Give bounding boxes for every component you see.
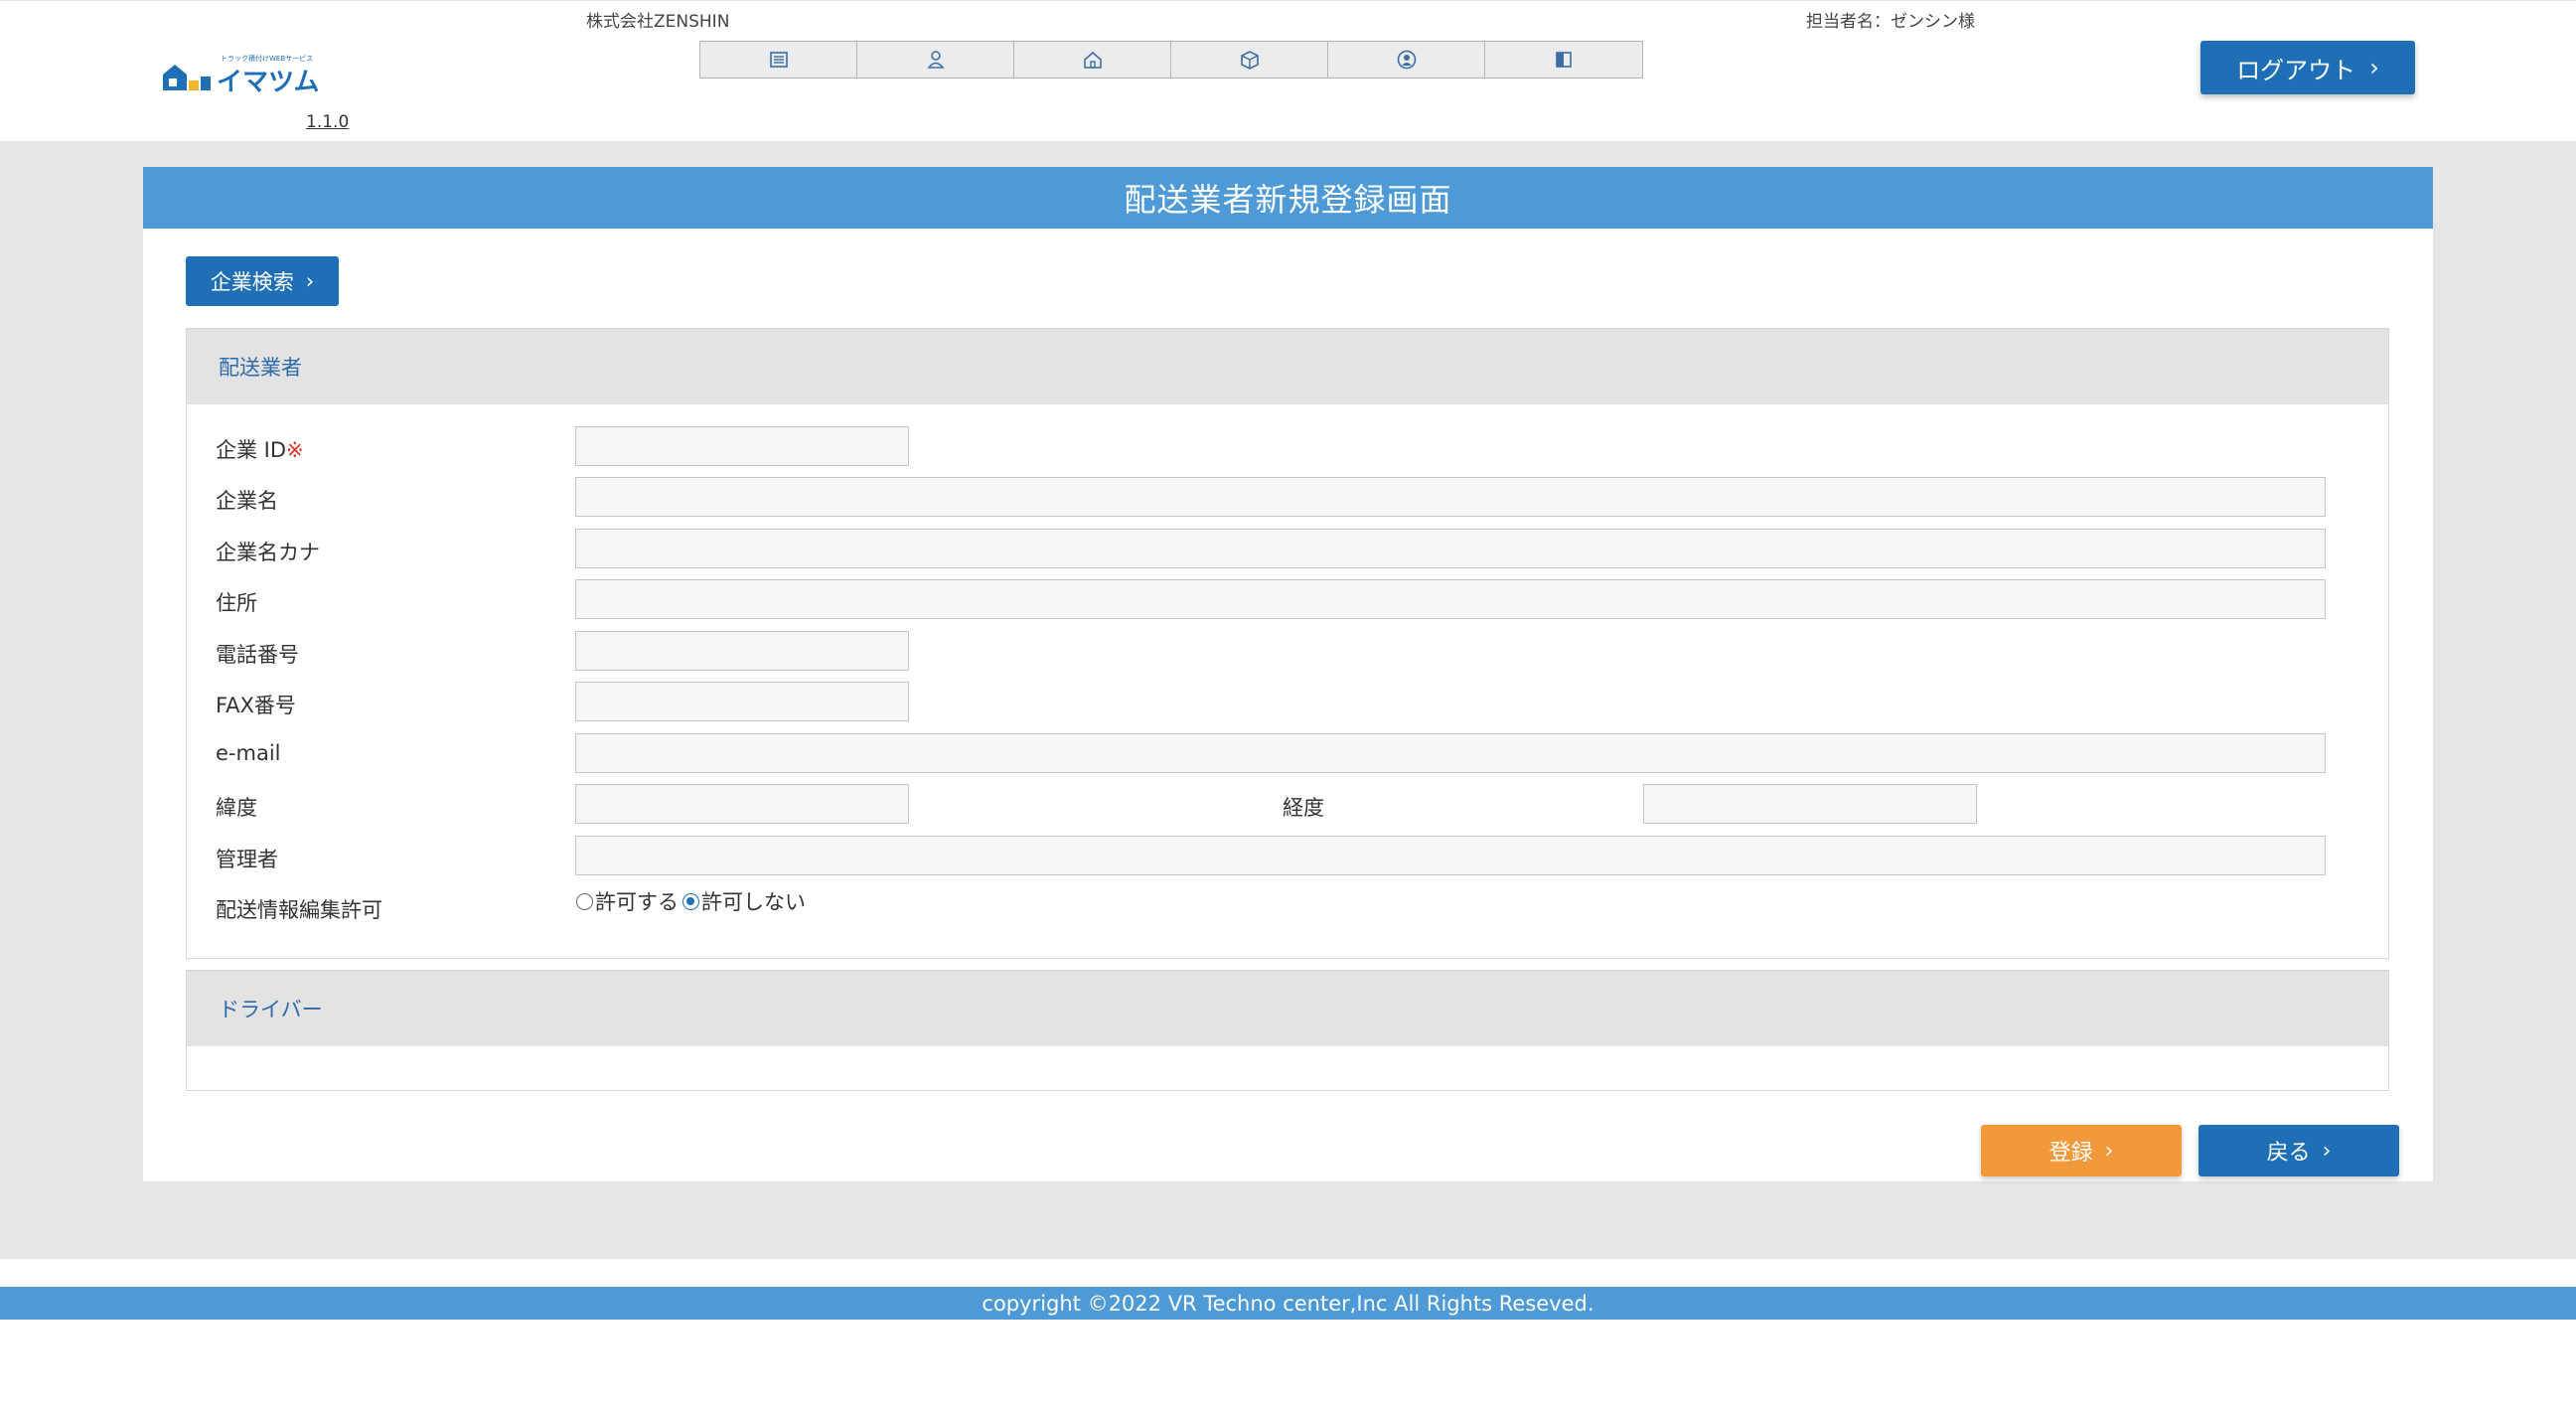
chevron-right-icon: ›: [2104, 1138, 2114, 1164]
edit-permission-radio-group: 許可する 許可しない: [576, 886, 806, 916]
company-search-label: 企業検索: [210, 270, 294, 294]
back-label: 戻る: [2266, 1141, 2311, 1166]
user-circle-icon: [1397, 50, 1416, 70]
chevron-right-icon: ›: [305, 269, 315, 293]
fax-label: FAX番号: [216, 694, 296, 717]
user-name: 担当者名：ゼンシン様: [1806, 12, 1975, 32]
permit-radio[interactable]: [576, 892, 593, 910]
address-input[interactable]: [575, 579, 2326, 619]
nav-home-button[interactable]: [1014, 42, 1171, 78]
address-label: 住所: [216, 591, 257, 615]
logo-graphic: イマツム トラック積付けWEBサービス: [163, 54, 319, 97]
manager-label: 管理者: [216, 848, 278, 871]
deny-radio-label[interactable]: 許可しない: [701, 886, 806, 916]
manager-input[interactable]: [575, 836, 2326, 875]
logout-button[interactable]: ログアウト ›: [2200, 41, 2415, 94]
fax-input[interactable]: [575, 682, 909, 721]
edit-permission-label: 配送情報編集許可: [216, 898, 382, 922]
deny-radio[interactable]: [682, 892, 699, 910]
svg-text:イマツム: イマツム: [217, 68, 318, 97]
book-icon: [1556, 52, 1572, 68]
permit-radio-label[interactable]: 許可する: [595, 886, 679, 916]
longitude-input[interactable]: [1643, 784, 1977, 824]
page-title: 配送業者新規登録画面: [143, 167, 2433, 229]
driver-panel: ドライバー: [186, 970, 2389, 1091]
person-icon: [926, 51, 945, 69]
nav-box-button[interactable]: [1171, 42, 1328, 78]
footer: copyright ©2022 VR Techno center,Inc All…: [0, 1287, 2576, 1320]
company-id-label-text: 企業 ID: [216, 438, 287, 462]
list-icon: [769, 52, 788, 68]
carrier-panel: 配送業者 企業 ID※ 企業名 企業名カナ 住所 電話番号 FAX番号 e-ma…: [186, 328, 2389, 959]
box-icon: [1240, 51, 1259, 70]
company-kana-label: 企業名カナ: [216, 541, 320, 564]
chevron-right-icon: ›: [2322, 1138, 2332, 1164]
home-icon: [1083, 51, 1102, 69]
company-name: 株式会社ZENSHIN: [586, 12, 730, 32]
nav-account-button[interactable]: [1328, 42, 1485, 78]
nav-bar: [699, 41, 1643, 78]
registration-card: 配送業者新規登録画面 企業検索 › 配送業者 企業 ID※ 企業名 企業名カナ …: [143, 167, 2433, 1181]
version-link[interactable]: 1.1.0: [306, 112, 349, 132]
back-button[interactable]: 戻る ›: [2198, 1125, 2399, 1176]
register-button[interactable]: 登録 ›: [1981, 1125, 2182, 1176]
latitude-input[interactable]: [575, 784, 909, 824]
copyright-text: copyright ©2022 VR Techno center,Inc All…: [982, 1291, 1594, 1316]
company-kana-input[interactable]: [575, 529, 2326, 568]
header: イマツム トラック積付けWEBサービス 1.1.0 株式会社ZENSHIN 担当…: [0, 0, 2576, 141]
phone-label: 電話番号: [216, 643, 299, 667]
svg-text:トラック積付けWEBサービス: トラック積付けWEBサービス: [221, 54, 313, 63]
logout-label: ログアウト: [2236, 56, 2356, 84]
nav-manual-button[interactable]: [1485, 42, 1642, 78]
longitude-label: 経度: [1283, 796, 1324, 820]
nav-person-button[interactable]: [857, 42, 1014, 78]
email-input[interactable]: [575, 733, 2326, 773]
phone-input[interactable]: [575, 631, 909, 671]
company-id-input[interactable]: [575, 426, 909, 466]
company-search-button[interactable]: 企業検索 ›: [186, 256, 339, 306]
driver-panel-heading: ドライバー: [187, 971, 2388, 1046]
company-id-label: 企業 ID※: [216, 434, 304, 464]
company-name-input[interactable]: [575, 477, 2326, 517]
register-label: 登録: [2048, 1141, 2093, 1166]
carrier-panel-heading: 配送業者: [187, 329, 2388, 404]
nav-list-button[interactable]: [700, 42, 857, 78]
latitude-label: 緯度: [216, 796, 257, 820]
app-logo[interactable]: イマツム トラック積付けWEBサービス: [159, 51, 319, 100]
required-mark: ※: [286, 438, 304, 462]
email-label: e-mail: [216, 741, 281, 765]
chevron-right-icon: ›: [2369, 54, 2379, 81]
company-name-label: 企業名: [216, 489, 278, 513]
